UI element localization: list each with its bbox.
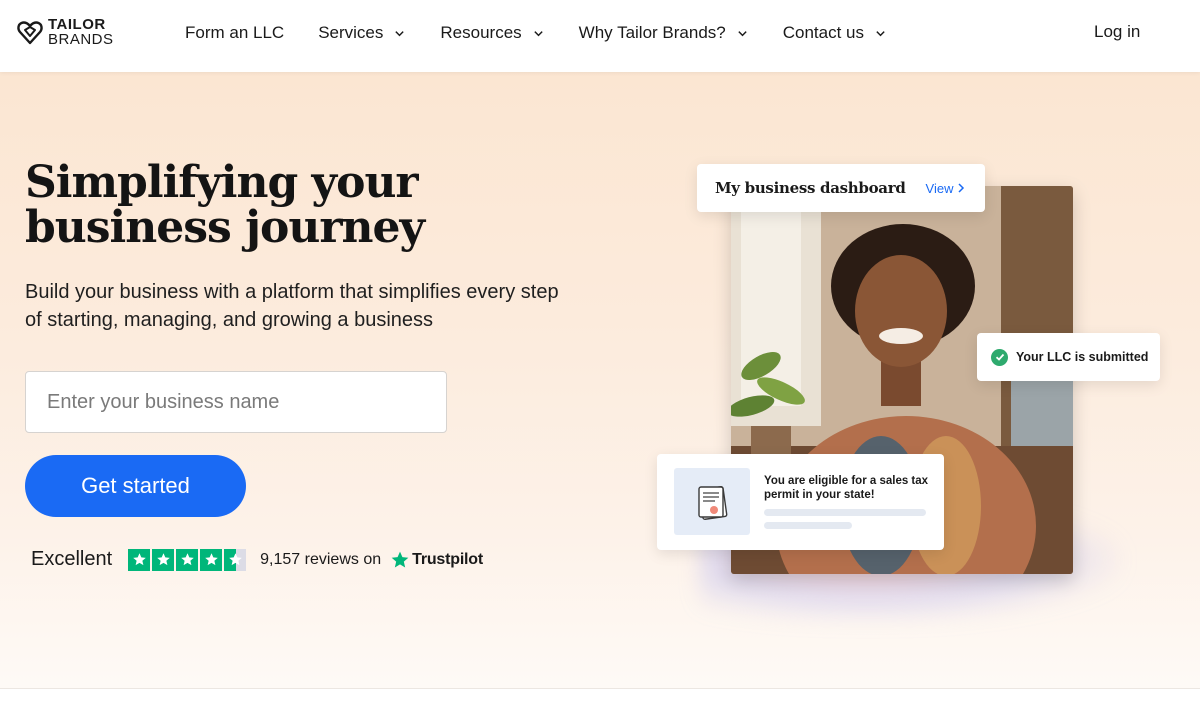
nav-item-contact-us[interactable]: Contact us	[783, 22, 886, 44]
chevron-right-icon	[958, 183, 965, 193]
logo-text-line1: TAILOR	[48, 16, 106, 33]
trustpilot-star-icon	[391, 551, 409, 567]
section-divider	[0, 688, 1200, 712]
hero-subtext: Build your business with a platform that…	[25, 279, 625, 334]
nav-item-services[interactable]: Services	[318, 22, 405, 44]
chevron-down-icon	[876, 30, 885, 36]
star-icon	[128, 548, 151, 571]
headline-line-1: Simplifying your	[25, 157, 419, 208]
llc-status-card: Your LLC is submitted	[977, 333, 1160, 381]
nav-item-label: Contact us	[782, 23, 865, 42]
trustpilot-logo[interactable]: Trustpilot	[390, 550, 483, 570]
certificate-icon	[674, 468, 750, 535]
star-icon	[152, 548, 175, 571]
tailor-brands-logo[interactable]: TAILOR BRANDS	[16, 17, 114, 47]
chevron-down-icon	[533, 30, 543, 36]
llc-status-text: Your LLC is submitted	[1016, 350, 1149, 364]
subtext-line-2: of starting, managing, and growing a bus…	[25, 308, 434, 331]
dashboard-view-link[interactable]: View	[926, 181, 966, 196]
tax-permit-card: You are eligible for a sales tax permit …	[657, 454, 944, 550]
hero-headline: Simplifying your business journey	[25, 160, 545, 250]
nav-item-resources[interactable]: Resources	[440, 22, 543, 44]
business-name-input[interactable]	[25, 371, 447, 433]
nav-item-why-tailor-brands[interactable]: Why Tailor Brands?	[579, 22, 748, 44]
nav-item-form-an-llc[interactable]: Form an LLC	[185, 22, 284, 44]
star-icon	[200, 548, 223, 571]
login-link[interactable]: Log in	[1094, 22, 1140, 42]
site-header: TAILOR BRANDS Form an LLC Services Resou…	[0, 0, 1200, 72]
heart-shield-icon	[17, 21, 43, 45]
rating-stars	[128, 548, 247, 571]
star-icon	[176, 548, 199, 571]
half-star-icon	[224, 548, 247, 571]
dashboard-title: My business dashboard	[715, 179, 906, 197]
rating-label: Excellent	[31, 548, 113, 570]
get-started-button[interactable]: Get started	[25, 455, 246, 517]
review-count: 9,157 reviews on	[260, 550, 382, 568]
logo-text-line2: BRANDS	[48, 31, 114, 48]
placeholder-line	[764, 509, 926, 516]
tax-permit-text: You are eligible for a sales tax permit …	[764, 475, 929, 501]
nav-item-label: Resources	[440, 23, 522, 42]
check-circle-icon	[991, 348, 1008, 366]
headline-line-2: business journey	[25, 202, 425, 253]
view-label: View	[925, 180, 954, 196]
nav-item-label: Why Tailor Brands?	[578, 23, 726, 42]
subtext-line-1: Build your business with a platform that…	[25, 281, 559, 303]
trustpilot-label: Trustpilot	[412, 550, 484, 568]
trustpilot-rating[interactable]: Excellent 9,157 reviews on Trustpilot	[31, 548, 483, 571]
main-nav: Form an LLC Services Resources Why Tailo…	[185, 22, 886, 44]
chevron-down-icon	[395, 30, 405, 36]
dashboard-card: My business dashboard View	[697, 164, 985, 212]
nav-item-label: Form an LLC	[185, 23, 285, 42]
nav-item-label: Services	[318, 23, 384, 42]
placeholder-line	[764, 522, 852, 529]
chevron-down-icon	[738, 30, 747, 36]
